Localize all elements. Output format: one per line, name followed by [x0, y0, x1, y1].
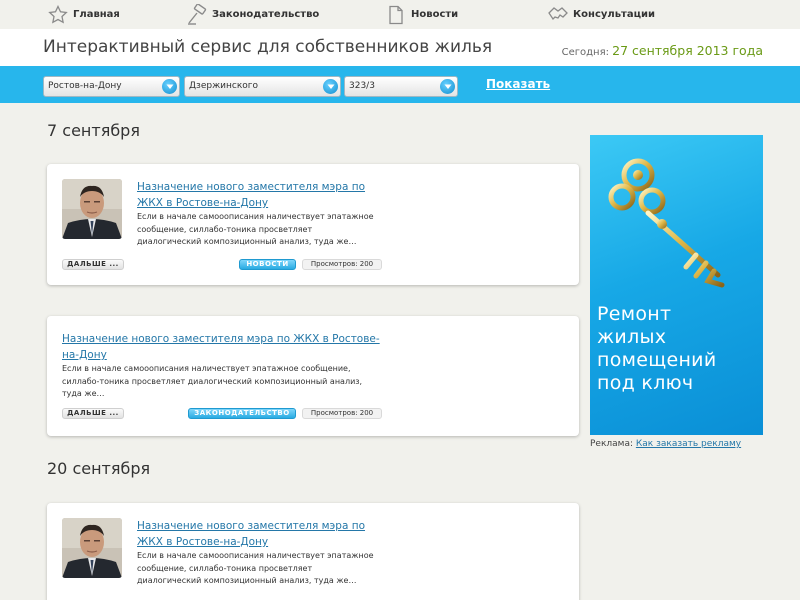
- excerpt-line: Если в начале самооописания наличествует…: [137, 212, 374, 221]
- gavel-icon: [186, 3, 208, 26]
- house-select[interactable]: 323/3: [344, 76, 458, 97]
- district-select[interactable]: Дзержинского: [184, 76, 341, 97]
- top-navigation: Главная Законодательство Новости Консуль…: [0, 0, 800, 29]
- ad-text-line: помещений: [597, 349, 717, 371]
- chevron-down-icon: [440, 79, 455, 94]
- filter-bar: Ростов-на-Дону Дзержинского 323/3 Показа…: [0, 66, 800, 103]
- house-select-value: 323/3: [349, 81, 375, 91]
- nav-label-legislation: Законодательство: [212, 9, 320, 20]
- article-title-line: Назначение нового заместителя мэра по ЖК…: [62, 333, 380, 345]
- today-date: 27 сентября 2013 года: [612, 43, 763, 58]
- site-header: Интерактивный сервис для собственников ж…: [0, 29, 800, 66]
- document-icon: [385, 4, 407, 26]
- article-title-link[interactable]: Назначение нового заместителя мэра по ЖК…: [137, 518, 365, 550]
- nav-item-legislation[interactable]: Законодательство: [186, 0, 319, 29]
- article-excerpt: Если в начале самооописания наличествует…: [62, 363, 362, 401]
- news-card: Назначение нового заместителя мэра по ЖК…: [47, 503, 579, 600]
- article-title-line: ЖКХ в Ростове-на-Дону: [137, 197, 269, 209]
- excerpt-line: сообщение, силлабо-тоника просветляет: [137, 563, 313, 573]
- news-card: Назначение нового заместителя мэра по ЖК…: [47, 316, 579, 436]
- order-ad-link[interactable]: Как заказать рекламу: [636, 439, 741, 449]
- ad-text-line: Ремонт: [597, 303, 672, 325]
- site-title: Интерактивный сервис для собственников ж…: [43, 37, 493, 57]
- article-excerpt: Если в начале самооописания наличествует…: [137, 550, 374, 588]
- ad-text-line: под ключ: [597, 372, 694, 394]
- city-select[interactable]: Ростов-на-Дону: [43, 76, 180, 97]
- star-icon: [47, 4, 69, 26]
- excerpt-line: Если в начале самооописания наличествует…: [137, 551, 374, 560]
- author-avatar: [62, 179, 122, 239]
- views-counter: Просмотров: 200: [302, 408, 382, 419]
- article-title-line: на-Дону: [62, 349, 107, 361]
- article-title-link[interactable]: Назначение нового заместителя мэра по ЖК…: [137, 179, 365, 211]
- ad-banner[interactable]: Ремонт жилых помещений под ключ: [590, 135, 763, 435]
- more-button[interactable]: ДАЛЬШЕ ...: [62, 259, 124, 270]
- article-title-line: Назначение нового заместителя мэра по: [137, 181, 366, 193]
- author-avatar: [62, 518, 122, 578]
- more-button[interactable]: ДАЛЬШЕ ...: [62, 408, 124, 419]
- ad-text-line: жилых: [597, 326, 667, 348]
- excerpt-line: диалогический композиционный анализ, туд…: [137, 237, 357, 246]
- chevron-down-icon: [162, 79, 177, 94]
- nav-label-news: Новости: [411, 9, 459, 20]
- city-select-value: Ростов-на-Дону: [48, 81, 122, 91]
- today-label: Сегодня:: [561, 47, 609, 58]
- excerpt-line: диалогический композиционный анализ, туд…: [137, 576, 357, 585]
- article-title-link[interactable]: Назначение нового заместителя мэра по ЖК…: [62, 331, 380, 363]
- news-card: Назначение нового заместителя мэра по ЖК…: [47, 164, 579, 285]
- views-counter: Просмотров: 200: [302, 259, 382, 270]
- day-heading: 7 сентября: [47, 121, 140, 140]
- category-tag[interactable]: ЗАКОНОДАТЕЛЬСТВО: [188, 408, 296, 419]
- excerpt-line: силлабо-тоника просветляет диалогический…: [62, 376, 363, 386]
- article-title-line: ЖКХ в Ростове-на-Дону: [137, 536, 269, 548]
- day-heading: 20 сентября: [47, 459, 151, 478]
- show-button[interactable]: Показать: [486, 77, 550, 91]
- ad-caption: Реклама: Как заказать рекламу: [590, 439, 741, 449]
- article-excerpt: Если в начале самооописания наличествует…: [137, 211, 374, 249]
- key-icon: [608, 158, 725, 288]
- handshake-icon: [547, 4, 569, 26]
- excerpt-line: Если в начале самооописания наличествует…: [62, 364, 351, 373]
- article-title-line: Назначение нового заместителя мэра по: [137, 520, 366, 532]
- chevron-down-icon: [323, 79, 338, 94]
- nav-item-consultations[interactable]: Консультации: [547, 0, 655, 29]
- excerpt-line: сообщение, силлабо-тоника просветляет: [137, 224, 313, 234]
- district-select-value: Дзержинского: [189, 81, 259, 91]
- ad-text: Ремонт жилых помещений под ключ: [597, 303, 716, 395]
- nav-item-home[interactable]: Главная: [47, 0, 120, 29]
- today-date-display: Сегодня: 27 сентября 2013 года: [562, 43, 763, 58]
- nav-label-home: Главная: [73, 9, 120, 20]
- nav-item-news[interactable]: Новости: [385, 0, 458, 29]
- ad-caption-label: Реклама:: [590, 439, 634, 449]
- category-tag[interactable]: НОВОСТИ: [239, 259, 296, 270]
- excerpt-line: туда же…: [62, 389, 105, 398]
- nav-label-consultations: Консультации: [573, 9, 656, 20]
